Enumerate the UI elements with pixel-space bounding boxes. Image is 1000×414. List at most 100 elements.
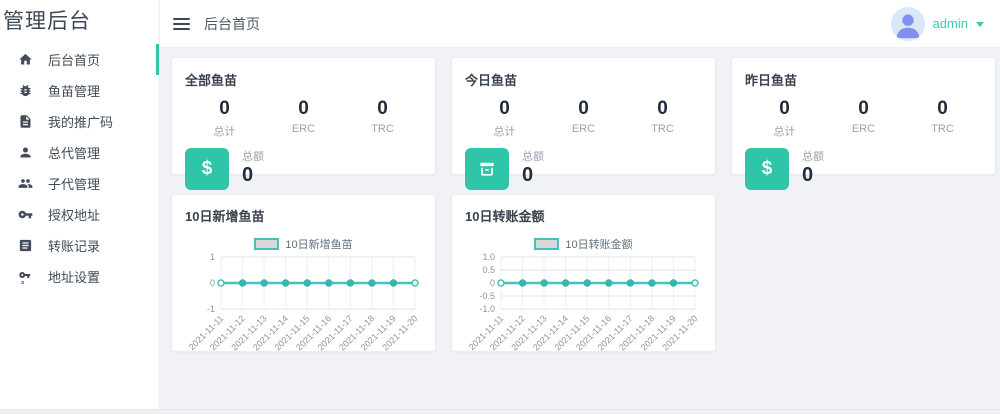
stat-label: ERC [264,123,343,135]
total-value: 0 [522,164,544,187]
breadcrumb: 后台首页 [204,14,260,34]
sidebar-item-subagents[interactable]: 子代管理 [0,168,159,199]
total-row: $ 总额0 [185,148,422,190]
stat-card-title: 今日鱼苗 [465,70,702,89]
stat-value: 0 [185,98,264,120]
top-bar: 后台首页 admin [160,0,1000,48]
users-icon [18,176,33,191]
avatar[interactable] [891,7,925,41]
sidebar-item-label: 总代管理 [48,143,100,162]
chart-card: 10日新增鱼苗10日新增鱼苗10-12021-11-112021-11-1220… [171,194,436,352]
stat-column: 0 TRC [343,98,422,139]
sidebar-item-agents[interactable]: 总代管理 [0,137,159,168]
sidebar-item-label: 地址设置 [48,267,100,286]
horizontal-scrollbar[interactable] [0,409,1000,414]
legend-swatch-icon [534,238,559,250]
svg-text:-1.0: -1.0 [479,304,495,314]
key-settings-icon: x [18,269,33,284]
dollar-icon: $ [185,148,229,190]
sidebar-nav: 后台首页鱼苗管理我的推广码总代管理子代管理授权地址转账记录 x 地址设置 [0,44,159,292]
total-label: 总额 [522,148,544,164]
svg-text:0: 0 [210,278,215,288]
person-icon [891,7,925,41]
stat-value: 0 [465,98,544,120]
admin-dashboard: 管理后台 后台首页鱼苗管理我的推广码总代管理子代管理授权地址转账记录x地址设置 … [0,0,1000,414]
sidebar-item-address[interactable]: x 地址设置 [0,261,159,292]
list-icon [18,238,33,253]
line-chart: 10-12021-11-112021-11-122021-11-132021-1… [185,253,424,352]
sidebar-item-label: 子代管理 [48,174,100,193]
home-icon [18,52,33,67]
stat-label: TRC [343,123,422,135]
stat-card: 昨日鱼苗0总计0ERC0TRC$总额0 [731,57,996,175]
stat-label: 总计 [185,123,264,139]
total-label: 总额 [242,148,264,164]
sidebar-item-label: 授权地址 [48,205,100,224]
svg-text:x: x [21,280,25,284]
stat-card-title: 全部鱼苗 [185,70,422,89]
bug-icon [18,83,33,98]
chart-legend[interactable]: 10日新增鱼苗 [185,236,422,252]
stat-label: 总计 [745,123,824,139]
line-chart: 1.00.50-0.5-1.02021-11-112021-11-122021-… [465,253,704,352]
total-value: 0 [802,164,824,187]
sidebar-item-records[interactable]: 转账记录 [0,230,159,261]
svg-text:0: 0 [490,278,495,288]
svg-text:1.0: 1.0 [482,253,495,262]
chart-title: 10日新增鱼苗 [185,206,422,225]
menu-toggle-icon[interactable] [173,18,190,30]
stat-value: 0 [824,98,903,120]
stat-value: 0 [623,98,702,120]
content-area: 全部鱼苗0总计0ERC0TRC$总额0今日鱼苗0总计0ERC0TRC总额0昨日鱼… [160,48,1000,414]
chart-title: 10日转账金额 [465,206,702,225]
stat-label: TRC [623,123,702,135]
stat-value: 0 [745,98,824,120]
app-title: 管理后台 [0,0,159,44]
main-area: 后台首页 admin 全部鱼苗0总计0ERC0TRC$总额0今日鱼苗0总计0ER… [160,0,1000,414]
document-icon [18,114,33,129]
sidebar-item-label: 后台首页 [48,50,100,69]
stat-column: 0 ERC [544,98,623,139]
stat-column: 0 TRC [903,98,982,139]
stat-value: 0 [903,98,982,120]
stat-label: TRC [903,123,982,135]
stat-column: 0 总计 [465,98,544,139]
stat-label: ERC [544,123,623,135]
total-row: $ 总额0 [745,148,982,190]
legend-label: 10日转账金额 [565,236,632,252]
stat-label: ERC [824,123,903,135]
sidebar-item-home[interactable]: 后台首页 [0,44,159,75]
chart-card: 10日转账金额10日转账金额1.00.50-0.5-1.02021-11-112… [451,194,716,352]
stat-value: 0 [544,98,623,120]
dollar-icon: $ [745,148,789,190]
total-row: 总额0 [465,148,702,190]
sidebar-item-label: 转账记录 [48,236,100,255]
sidebar: 管理后台 后台首页鱼苗管理我的推广码总代管理子代管理授权地址转账记录 x 地址设置 [0,0,160,414]
stat-columns: 0总计0ERC0TRC [465,98,702,139]
chart-legend[interactable]: 10日转账金额 [465,236,702,252]
archive-icon [465,148,509,190]
legend-label: 10日新增鱼苗 [285,236,352,252]
sidebar-item-fry[interactable]: 鱼苗管理 [0,75,159,106]
stat-columns: 0总计0ERC0TRC [185,98,422,139]
stat-card: 全部鱼苗0总计0ERC0TRC$总额0 [171,57,436,175]
sidebar-item-auth[interactable]: 授权地址 [0,199,159,230]
svg-text:-1: -1 [207,304,215,314]
svg-text:-0.5: -0.5 [479,291,495,301]
cards-grid: 全部鱼苗0总计0ERC0TRC$总额0今日鱼苗0总计0ERC0TRC总额0昨日鱼… [171,57,996,352]
key-icon [18,207,33,222]
stat-value: 0 [264,98,343,120]
stat-card-title: 昨日鱼苗 [745,70,982,89]
stat-column: 0 总计 [185,98,264,139]
total-label: 总额 [802,148,824,164]
stat-column: 0 TRC [623,98,702,139]
stat-value: 0 [343,98,422,120]
stat-label: 总计 [465,123,544,139]
stat-column: 0 ERC [264,98,343,139]
total-value: 0 [242,164,264,187]
username[interactable]: admin [933,16,968,31]
user-menu[interactable]: admin [891,7,984,41]
svg-text:0.5: 0.5 [482,265,495,275]
sidebar-item-promo[interactable]: 我的推广码 [0,106,159,137]
stat-column: 0 总计 [745,98,824,139]
